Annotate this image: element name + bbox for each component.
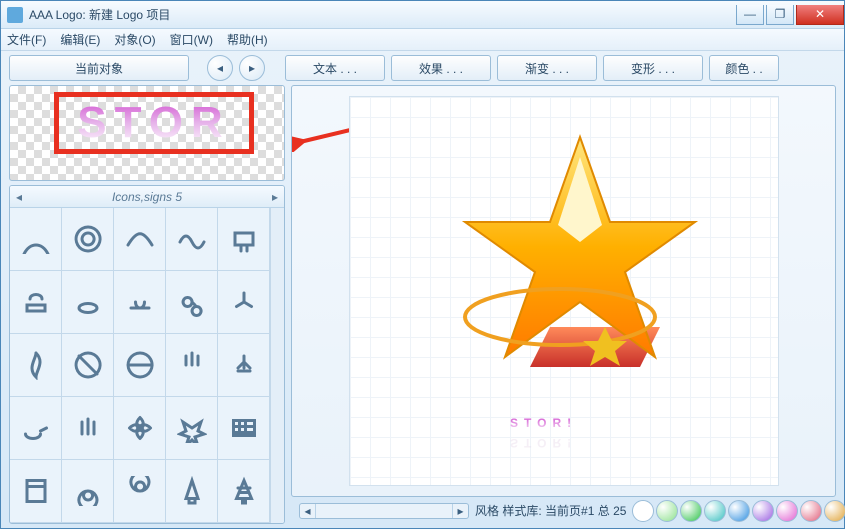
feet-icon[interactable] — [166, 334, 218, 397]
turtle-icon[interactable] — [10, 397, 62, 460]
wave-icon[interactable] — [166, 208, 218, 271]
annotation-box: STOR — [54, 92, 254, 154]
handprint-icon[interactable] — [218, 334, 270, 397]
color-swatch-8[interactable] — [824, 500, 845, 522]
fan-icon[interactable] — [218, 271, 270, 334]
gears-icon[interactable] — [166, 271, 218, 334]
swoosh-icon[interactable] — [114, 208, 166, 271]
scroll-right-button[interactable]: ▸ — [452, 504, 468, 518]
prev-object-button[interactable]: ◂ — [207, 55, 233, 81]
globe-icon[interactable] — [114, 334, 166, 397]
deform-button[interactable]: 变形 . . . — [603, 55, 703, 81]
calculator-icon[interactable] — [10, 460, 62, 523]
spiral-icon[interactable] — [62, 460, 114, 523]
color-swatch-4[interactable] — [728, 500, 750, 522]
logo-graphic: STOR! STOR! — [430, 127, 710, 467]
leaf-icon[interactable] — [10, 334, 62, 397]
color-swatches — [632, 500, 845, 522]
library-scrollbar[interactable] — [270, 208, 284, 523]
toolbar: 当前对象 ◂ ▸ 文本 . . . 效果 . . . 渐变 . . . 变形 .… — [1, 51, 844, 85]
color-swatch-0[interactable] — [632, 500, 654, 522]
spiral2-icon[interactable] — [114, 460, 166, 523]
close-button[interactable]: ✕ — [796, 5, 844, 25]
gradient-button[interactable]: 渐变 . . . — [497, 55, 597, 81]
menu-window[interactable]: 窗口(W) — [170, 31, 213, 48]
library-prev-button[interactable]: ◂ — [10, 190, 28, 204]
maximize-button[interactable]: ❐ — [766, 5, 794, 25]
style-scrollbar[interactable]: ◂ ▸ — [299, 503, 469, 519]
titlebar: AAA Logo: 新建 Logo 项目 — ❐ ✕ — [1, 1, 844, 29]
current-object-button[interactable]: 当前对象 — [9, 55, 189, 81]
clover-icon[interactable] — [114, 397, 166, 460]
status-text: 风格 样式库: 当前页#1 总 25 — [475, 502, 626, 519]
effect-button[interactable]: 效果 . . . — [391, 55, 491, 81]
app-icon — [7, 7, 23, 23]
logo-canvas[interactable]: STOR! STOR! — [349, 96, 779, 486]
xmas-tree-icon[interactable] — [218, 460, 270, 523]
color-swatch-5[interactable] — [752, 500, 774, 522]
cup-saucer-icon[interactable] — [114, 271, 166, 334]
menu-object[interactable]: 对象(O) — [114, 31, 155, 48]
next-object-button[interactable]: ▸ — [239, 55, 265, 81]
bricks-icon[interactable] — [218, 397, 270, 460]
color-swatch-3[interactable] — [704, 500, 726, 522]
text-button[interactable]: 文本 . . . — [285, 55, 385, 81]
color-button[interactable]: 颜色 . . — [709, 55, 779, 81]
phone-icon[interactable] — [218, 208, 270, 271]
people-group-icon[interactable] — [62, 397, 114, 460]
tree-icon[interactable] — [166, 460, 218, 523]
color-swatch-1[interactable] — [656, 500, 678, 522]
app-window: AAA Logo: 新建 Logo 项目 — ❐ ✕ 文件(F) 编辑(E) 对… — [0, 0, 845, 529]
library-next-button[interactable]: ▸ — [266, 190, 284, 204]
coffee-cup-icon[interactable] — [10, 271, 62, 334]
menu-file[interactable]: 文件(F) — [7, 31, 46, 48]
menubar: 文件(F) 编辑(E) 对象(O) 窗口(W) 帮助(H) — [1, 29, 844, 51]
bowl-icon[interactable] — [62, 271, 114, 334]
canvas-panel: STOR! STOR! ◂ ▸ 风格 样式库: 当前页#1 总 25 — [291, 85, 836, 524]
menu-help[interactable]: 帮助(H) — [227, 31, 268, 48]
window-title: AAA Logo: 新建 Logo 项目 — [29, 6, 734, 23]
logo-text: STOR! — [510, 416, 577, 430]
no-smoking-icon[interactable] — [62, 334, 114, 397]
content-area: STOR ◂ Icons,signs 5 ▸ — [1, 85, 844, 528]
object-preview[interactable]: STOR — [9, 85, 285, 181]
library-category: Icons,signs 5 — [28, 190, 266, 204]
preview-text: STOR — [77, 98, 230, 148]
color-swatch-7[interactable] — [800, 500, 822, 522]
color-swatch-2[interactable] — [680, 500, 702, 522]
splat-icon[interactable] — [166, 397, 218, 460]
library-header: ◂ Icons,signs 5 ▸ — [10, 186, 284, 208]
menu-edit[interactable]: 编辑(E) — [60, 31, 100, 48]
library-grid — [10, 208, 270, 523]
canvas-wrap: STOR! STOR! — [291, 85, 836, 497]
ring-icon[interactable] — [62, 208, 114, 271]
bottom-bar: ◂ ▸ 风格 样式库: 当前页#1 总 25 — [291, 497, 836, 524]
minimize-button[interactable]: — — [736, 5, 764, 25]
color-swatch-6[interactable] — [776, 500, 798, 522]
svg-text:STOR!: STOR! — [510, 436, 577, 450]
library-panel: ◂ Icons,signs 5 ▸ — [9, 185, 285, 524]
scroll-left-button[interactable]: ◂ — [300, 504, 316, 518]
left-panel: STOR ◂ Icons,signs 5 ▸ — [9, 85, 285, 524]
people-row-icon[interactable] — [10, 208, 62, 271]
